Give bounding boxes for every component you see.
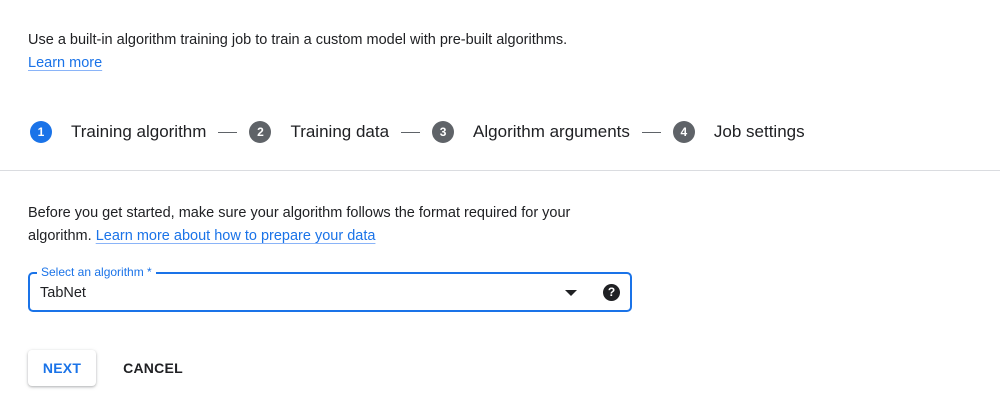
step-training-data[interactable]: 2 Training data: [249, 121, 389, 143]
algorithm-select[interactable]: Select an algorithm * TabNet ?: [28, 264, 632, 312]
algorithm-description: Before you get started, make sure your a…: [28, 202, 628, 248]
learn-more-link[interactable]: Learn more: [28, 54, 102, 72]
cancel-button[interactable]: CANCEL: [112, 350, 194, 386]
intro-text: Use a built-in algorithm training job to…: [28, 32, 568, 48]
step-separator: [641, 131, 661, 133]
step-number-badge: 3: [432, 121, 455, 143]
next-button[interactable]: NEXT: [28, 350, 96, 386]
step-number-badge: 2: [249, 121, 272, 143]
step-algorithm-arguments[interactable]: 3 Algorithm arguments: [432, 121, 630, 143]
stepper: 1 Training algorithm 2 Training data 3 A…: [30, 120, 805, 144]
step-number-badge: 1: [30, 121, 52, 143]
step-label: Algorithm arguments: [473, 122, 630, 141]
arrow-drop-down-icon[interactable]: [565, 290, 577, 296]
section-divider: [0, 170, 1000, 171]
step-number-badge: 4: [672, 121, 695, 143]
step-training-algorithm[interactable]: 1 Training algorithm: [30, 121, 206, 143]
step-job-settings[interactable]: 4 Job settings: [672, 121, 805, 143]
step-separator: [401, 131, 421, 133]
algorithm-select-label: Select an algorithm *: [37, 264, 156, 280]
algorithm-select-value: TabNet: [40, 285, 86, 301]
step-label: Training algorithm: [71, 122, 207, 141]
step-label: Training data: [290, 122, 390, 141]
step-label: Job settings: [713, 122, 805, 141]
training-job-page: Use a built-in algorithm training job to…: [0, 0, 1000, 413]
help-icon[interactable]: ?: [603, 284, 620, 301]
step-separator: [218, 131, 238, 133]
prepare-data-link[interactable]: Learn more about how to prepare your dat…: [96, 228, 376, 244]
